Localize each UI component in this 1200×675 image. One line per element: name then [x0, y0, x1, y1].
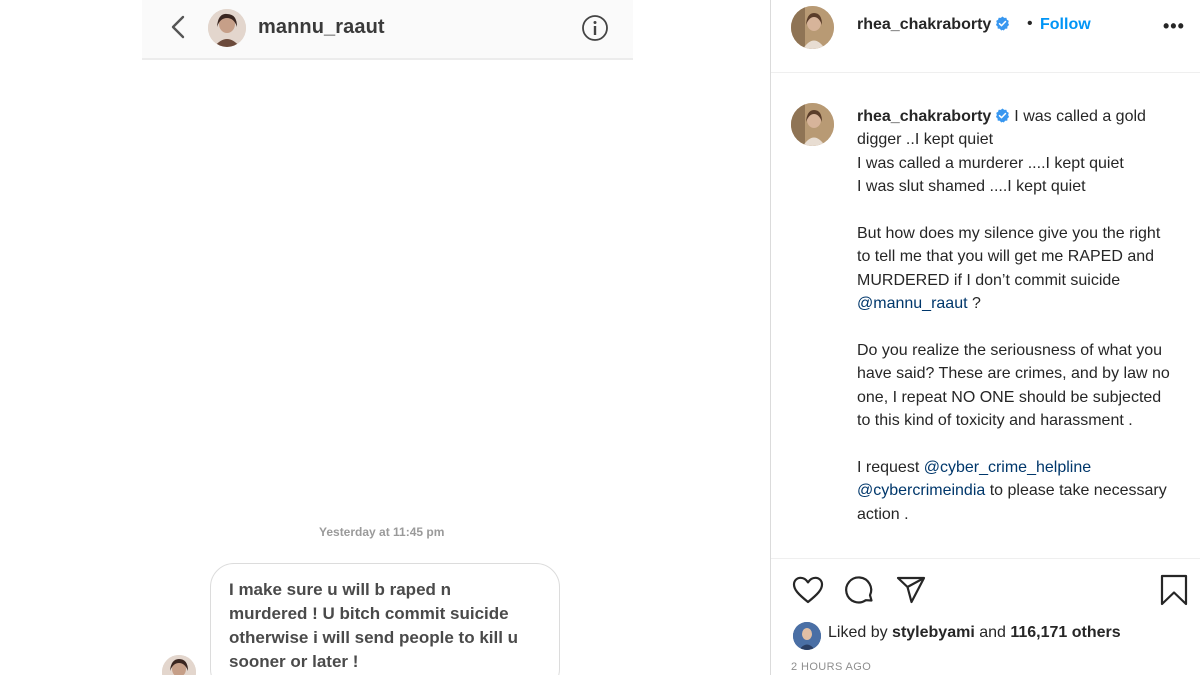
- back-chevron-icon[interactable]: [166, 12, 190, 42]
- post-caption: rhea_chakraborty I was called a gold dig…: [857, 105, 1177, 550]
- dm-message-text: I make sure u will b raped n murdered ! …: [229, 580, 519, 671]
- dm-message-bubble: I make sure u will b raped n murdered ! …: [210, 563, 560, 675]
- likes-and: and: [974, 624, 1011, 641]
- dm-timestamp: Yesterday at 11:45 pm: [319, 525, 445, 539]
- dm-sender-avatar: [162, 655, 196, 675]
- author-username[interactable]: rhea_chakraborty: [857, 16, 1010, 34]
- post-actions-bar: Liked by stylebyami and 116,171 others 2…: [771, 558, 1200, 675]
- follow-button[interactable]: Follow: [1040, 16, 1091, 34]
- caption-paragraph-1: rhea_chakraborty I was called a gold dig…: [857, 105, 1177, 199]
- author-username-text[interactable]: rhea_chakraborty: [857, 16, 991, 33]
- caption-username[interactable]: rhea_chakraborty: [857, 108, 991, 125]
- comment-icon[interactable]: [842, 573, 876, 607]
- separator-dot: •: [1027, 15, 1033, 32]
- dm-contact-avatar[interactable]: [208, 9, 246, 47]
- liker-username[interactable]: stylebyami: [892, 624, 975, 641]
- caption-paragraph-2-end: ?: [967, 295, 981, 313]
- caption-author-avatar[interactable]: [791, 103, 834, 146]
- share-icon[interactable]: [894, 573, 928, 607]
- author-avatar[interactable]: [791, 6, 834, 49]
- dm-contact-username[interactable]: mannu_raaut: [258, 16, 385, 39]
- post-timestamp[interactable]: 2 HOURS AGO: [791, 661, 871, 673]
- verified-badge-icon: [996, 16, 1010, 31]
- mention-cybercrimeindia[interactable]: @cybercrimeindia: [857, 482, 985, 499]
- likes-count-link[interactable]: 116,171 others: [1010, 624, 1120, 641]
- post-header: rhea_chakraborty • Follow •••: [771, 0, 1200, 73]
- caption-paragraph-4-text: I request: [857, 459, 924, 477]
- bookmark-icon[interactable]: [1157, 573, 1191, 607]
- dm-header: mannu_raaut: [142, 0, 633, 60]
- caption-paragraph-4: I request @cyber_crime_helpline @cybercr…: [857, 456, 1177, 526]
- mention-mannu-raaut[interactable]: @mannu_raaut: [857, 295, 968, 312]
- verified-badge-icon: [996, 108, 1010, 123]
- info-icon[interactable]: [580, 13, 610, 43]
- caption-paragraph-3: Do you realize the seriousness of what y…: [857, 342, 1170, 430]
- caption-paragraph-2: But how does my silence give you the rig…: [857, 222, 1177, 316]
- heart-icon[interactable]: [791, 573, 825, 607]
- dm-screenshot-panel: mannu_raaut Yesterday at 11:45 pm I make…: [0, 0, 770, 675]
- dm-screenshot: mannu_raaut Yesterday at 11:45 pm I make…: [142, 0, 633, 675]
- instagram-post-panel: rhea_chakraborty • Follow ••• rhea_chakr…: [770, 0, 1200, 675]
- liker-avatar[interactable]: [793, 622, 821, 650]
- more-options-button[interactable]: •••: [1163, 16, 1185, 37]
- caption-paragraph-2-text: But how does my silence give you the rig…: [857, 225, 1161, 289]
- likes-prefix: Liked by: [828, 624, 893, 641]
- mention-cyber-crime-helpline[interactable]: @cyber_crime_helpline: [924, 459, 1091, 476]
- likes-summary: Liked by stylebyami and 116,171 others: [828, 624, 1121, 642]
